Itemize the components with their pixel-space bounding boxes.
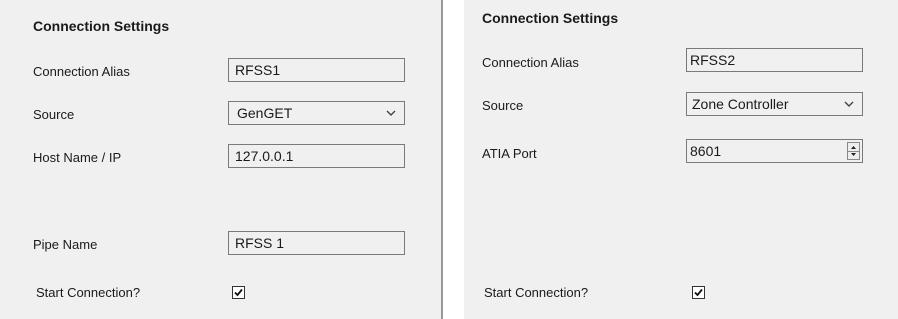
connection-alias-value: RFSS1 [235,62,281,78]
source-dropdown[interactable]: Zone Controller [686,92,863,116]
connection-alias-label: Connection Alias [482,55,579,70]
atia-port-label: ATIA Port [482,146,537,161]
checkmark-icon [694,288,703,297]
checkmark-icon [234,288,243,297]
start-connection-label: Start Connection? [36,285,141,300]
start-connection-checkbox[interactable] [692,286,705,299]
host-name-input[interactable]: 127.0.0.1 [228,144,405,168]
source-label: Source [482,98,524,113]
host-name-value: 127.0.0.1 [235,148,294,164]
pipe-name-value: RFSS 1 [235,235,285,251]
host-name-label: Host Name / IP [33,150,122,165]
start-connection-label: Start Connection? [484,285,589,300]
source-label: Source [33,107,75,122]
connection-settings-panel-right: Connection Settings Connection Alias RFS… [464,0,898,319]
chevron-down-icon [386,110,396,116]
section-heading: Connection Settings [482,10,619,26]
spin-updown-icon[interactable] [847,142,860,160]
atia-port-spinner[interactable]: 8601 [686,139,863,163]
source-selected-value: Zone Controller [692,96,789,112]
chevron-down-icon [844,101,854,107]
atia-port-value: 8601 [690,143,722,159]
connection-alias-input[interactable]: RFSS2 [686,48,863,72]
pipe-name-input[interactable]: RFSS 1 [228,231,405,255]
pipe-name-label: Pipe Name [33,237,98,252]
start-connection-checkbox[interactable] [232,286,245,299]
connection-alias-input[interactable]: RFSS1 [228,58,405,82]
connection-alias-label: Connection Alias [33,64,130,79]
source-dropdown[interactable]: GenGET [228,101,405,125]
connection-settings-panel-left: Connection Settings Connection Alias RFS… [0,0,443,319]
connection-alias-value: RFSS2 [690,52,736,68]
source-selected-value: GenGET [237,105,293,121]
spin-down-arrow-icon[interactable] [848,151,859,159]
section-heading: Connection Settings [33,18,170,34]
